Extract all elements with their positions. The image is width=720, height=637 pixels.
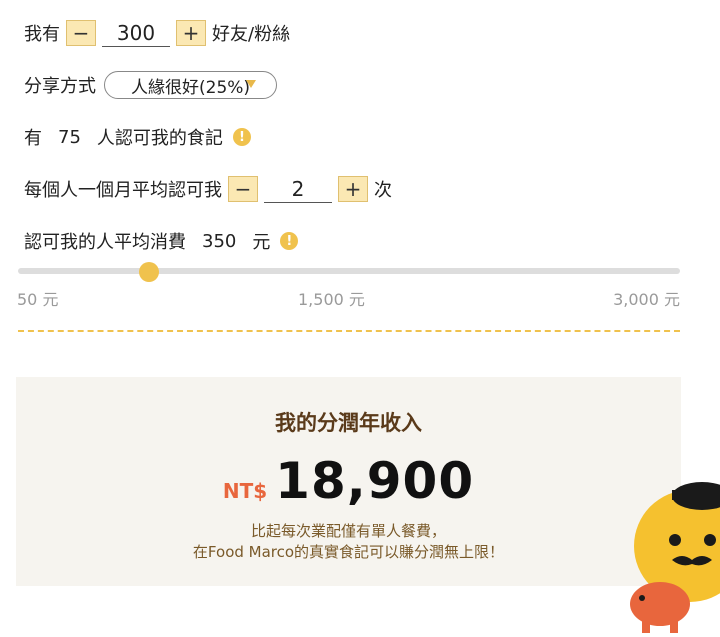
approvers-suffix: 人認可我的食記 (96, 128, 223, 149)
mascot-illustration (630, 482, 720, 633)
piggy-leg (670, 621, 678, 633)
friends-minus-button[interactable]: − (66, 20, 96, 46)
result-note-line2: 在Food Marco的真實食記可以賺分潤無上限！ (192, 543, 505, 561)
friends-prefix: 我有 (24, 24, 60, 45)
share-selected-value: 人緣很好(25%) (131, 77, 251, 98)
result-note-line1: 比起每次業配僅有單人餐費， (250, 522, 446, 540)
friends-row: 我有 − + 好友/粉絲 (24, 18, 290, 48)
mascot-eye-right (704, 534, 716, 546)
monthly-row: 每個人一個月平均認可我 − + 次 (24, 174, 392, 204)
share-row: 分享方式 人緣很好(25%) (24, 70, 278, 100)
caret-down-icon (246, 80, 257, 88)
slider-max-label: 3,000 元 (613, 290, 680, 309)
slider-min-label: 50 元 (17, 290, 59, 309)
approvers-row: 有 75 人認可我的食記 ! (24, 122, 251, 152)
mascot-hat-brim (672, 490, 720, 500)
info-icon[interactable]: ! (280, 232, 299, 250)
monthly-suffix: 次 (374, 180, 392, 201)
share-method-select[interactable]: 人緣很好(25%) (104, 71, 278, 99)
currency-label: NT$ (222, 479, 268, 503)
spend-value: 350 (202, 230, 237, 252)
spend-label: 認可我的人平均消費 (24, 232, 186, 253)
monthly-minus-button[interactable]: − (228, 176, 258, 202)
approvers-count: 75 (58, 126, 81, 148)
friends-suffix: 好友/粉絲 (212, 24, 291, 45)
spend-slider-track[interactable] (18, 268, 680, 274)
slider-mid-label: 1,500 元 (298, 290, 365, 309)
income-result-card: 我的分潤年收入 NT$ 18,900 比起每次業配僅有單人餐費， 在Food M… (16, 377, 681, 586)
approvers-prefix: 有 (24, 128, 42, 149)
friends-plus-button[interactable]: + (176, 20, 206, 46)
monthly-count-input[interactable] (264, 175, 332, 203)
share-label: 分享方式 (24, 76, 96, 97)
result-title: 我的分潤年收入 (275, 411, 422, 435)
amount-row: NT$ 18,900 (16, 452, 681, 510)
spend-unit: 元 (252, 232, 271, 253)
monthly-label: 每個人一個月平均認可我 (24, 180, 222, 201)
mascot-eye-left (669, 534, 681, 546)
piggy-eye (639, 595, 645, 601)
income-amount: 18,900 (275, 452, 475, 510)
monthly-plus-button[interactable]: + (338, 176, 368, 202)
piggy-bank (630, 582, 690, 626)
piggy-leg (642, 621, 650, 633)
spend-slider-thumb[interactable] (139, 262, 160, 282)
dashed-divider (18, 330, 680, 332)
info-icon[interactable]: ! (232, 128, 251, 146)
spend-row: 認可我的人平均消費 350 元 ! (24, 226, 299, 256)
friends-count-input[interactable] (102, 19, 170, 47)
